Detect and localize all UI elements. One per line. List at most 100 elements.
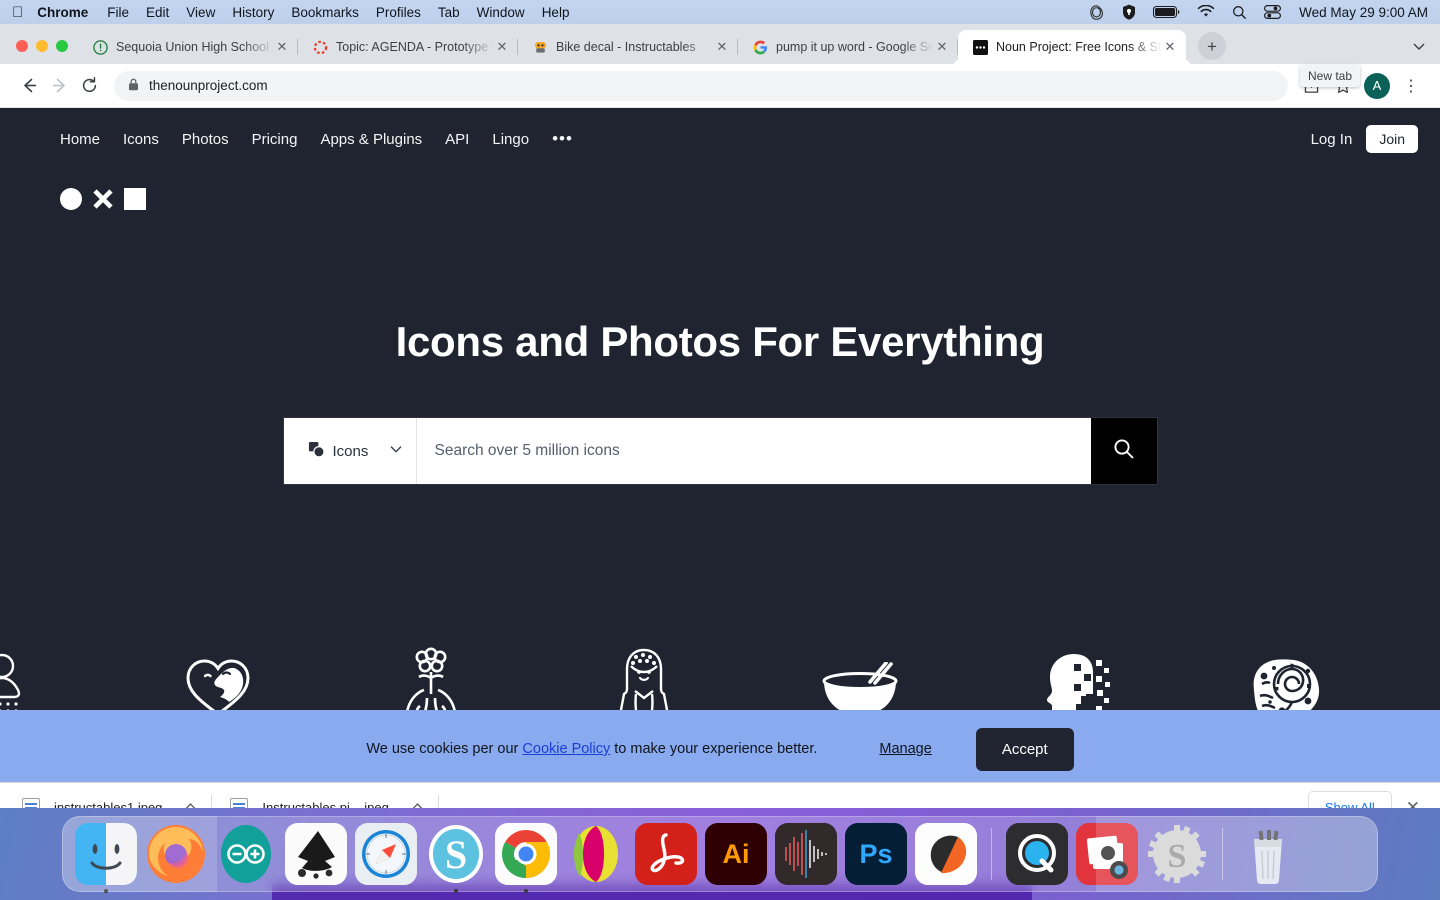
creative-cloud-icon[interactable] — [1088, 4, 1105, 20]
dock-divider — [991, 828, 992, 880]
dock-item-chrome[interactable] — [495, 823, 557, 893]
menubar-item-window[interactable]: Window — [477, 5, 525, 20]
menubar-item-history[interactable]: History — [232, 5, 274, 20]
instructables-robot-icon — [532, 39, 548, 55]
menubar-item-bookmarks[interactable]: Bookmarks — [291, 5, 359, 20]
tab-title: pump it up word - Google Sear — [776, 40, 934, 54]
menubar-item-chrome[interactable]: Chrome — [37, 5, 88, 20]
minimize-window-button[interactable] — [36, 40, 48, 52]
browser-tab-sequoia[interactable]: Sequoia Union High School Dis ✕ — [78, 30, 298, 64]
address-bar[interactable]: thenounproject.com — [114, 70, 1288, 101]
noun-project-page: Home Icons Photos Pricing Apps & Plugins… — [0, 108, 1440, 788]
search-type-dropdown[interactable]: Icons — [284, 418, 417, 484]
forward-icon[interactable] — [44, 71, 74, 101]
macos-dock: S Ai Ps S — [62, 816, 1378, 893]
search-submit-button[interactable] — [1090, 418, 1157, 484]
nav-item-photos[interactable]: Photos — [182, 131, 229, 148]
logo-circle-icon — [60, 188, 82, 210]
apple-menu-icon[interactable]:  — [12, 5, 23, 20]
control-center-icon[interactable] — [1264, 5, 1282, 19]
dock-item-autodesk-fusion[interactable] — [565, 823, 627, 885]
nav-item-home[interactable]: Home — [60, 131, 100, 148]
chrome-menu-icon[interactable]: ⋮ — [1396, 71, 1426, 101]
reload-icon[interactable] — [74, 71, 104, 101]
search-type-label: Icons — [332, 442, 369, 460]
cookie-text-before: We use cookies per our — [366, 741, 519, 757]
browser-tab-instructables[interactable]: Bike decal - Instructables ✕ — [518, 30, 738, 64]
site-nav-links: Home Icons Photos Pricing Apps & Plugins… — [60, 129, 573, 149]
site-nav-account-area: Log In Join — [1311, 125, 1418, 153]
noun-project-logo[interactable] — [0, 170, 1440, 210]
dock-item-trash[interactable] — [1237, 823, 1299, 885]
dock-item-firefox[interactable] — [145, 823, 207, 885]
menubar-item-profiles[interactable]: Profiles — [376, 5, 421, 20]
new-tab-button[interactable]: + — [1198, 32, 1226, 60]
accept-cookies-button[interactable]: Accept — [975, 727, 1074, 771]
dock-divider — [1222, 828, 1223, 880]
close-tab-button[interactable]: ✕ — [1162, 39, 1178, 55]
macos-menubar:  Chrome File Edit View History Bookmark… — [0, 0, 1440, 24]
dock-item-photo-booth[interactable] — [1076, 823, 1138, 885]
back-icon[interactable] — [14, 71, 44, 101]
menubar-item-file[interactable]: File — [107, 5, 129, 20]
dock-item-adobe-acrobat[interactable] — [635, 823, 697, 885]
menubar-item-edit[interactable]: Edit — [146, 5, 169, 20]
join-button[interactable]: Join — [1366, 125, 1418, 153]
page-title: Icons and Photos For Everything — [395, 318, 1045, 365]
menubar-item-help[interactable]: Help — [542, 5, 570, 20]
logo-square-icon — [124, 188, 146, 210]
running-indicator — [104, 889, 108, 893]
nav-item-pricing[interactable]: Pricing — [252, 131, 298, 148]
browser-tab-google-search[interactable]: pump it up word - Google Sear ✕ — [738, 30, 958, 64]
close-tab-button[interactable]: ✕ — [714, 39, 730, 55]
close-tab-button[interactable]: ✕ — [494, 39, 510, 55]
nav-item-apps-plugins[interactable]: Apps & Plugins — [320, 131, 422, 148]
shield-icon[interactable] — [1122, 4, 1136, 20]
dock-item-finder[interactable] — [75, 823, 137, 893]
menubar-item-view[interactable]: View — [186, 5, 215, 20]
maximize-window-button[interactable] — [56, 40, 68, 52]
noun-project-icon — [972, 39, 988, 55]
dock-item-prusa-slicer[interactable] — [915, 823, 977, 885]
running-indicator — [524, 889, 528, 893]
wifi-icon[interactable] — [1197, 5, 1215, 19]
menubar-clock[interactable]: Wed May 29 9:00 AM — [1299, 5, 1428, 20]
close-tab-button[interactable]: ✕ — [934, 39, 950, 55]
close-tab-button[interactable]: ✕ — [274, 39, 290, 55]
svg-text:S: S — [445, 832, 467, 877]
profile-avatar[interactable]: A — [1364, 72, 1390, 99]
dock-item-arduino[interactable] — [215, 823, 277, 885]
dock-item-adobe-photoshop[interactable]: Ps — [845, 823, 907, 885]
dock-item-skype[interactable]: S — [425, 823, 487, 893]
dock-item-inkscape[interactable] — [285, 823, 347, 885]
nav-more-icon[interactable]: ••• — [552, 129, 573, 149]
search-input[interactable] — [416, 418, 1091, 484]
login-link[interactable]: Log In — [1311, 131, 1353, 148]
dock-item-label: Ps — [859, 838, 893, 869]
dock-item-safari[interactable] — [355, 823, 417, 885]
browser-tab-agenda[interactable]: Topic: AGENDA - Prototype Pro ✕ — [298, 30, 518, 64]
cookie-policy-link[interactable]: Cookie Policy — [522, 741, 610, 757]
window-traffic-lights — [8, 40, 78, 64]
lock-icon — [128, 78, 139, 94]
nav-item-api[interactable]: API — [445, 131, 469, 148]
close-window-button[interactable] — [16, 40, 28, 52]
dock-item-quicktime-player[interactable] — [1006, 823, 1068, 885]
browser-toolbar: thenounproject.com A ⋮ — [0, 64, 1440, 108]
nav-item-lingo[interactable]: Lingo — [492, 131, 529, 148]
menubar-item-tab[interactable]: Tab — [438, 5, 460, 20]
new-tab-tooltip: New tab — [1300, 65, 1361, 87]
tab-title: Noun Project: Free Icons & Sto — [996, 40, 1162, 54]
browser-tab-noun-project[interactable]: Noun Project: Free Icons & Sto ✕ — [958, 30, 1186, 64]
search-icon[interactable] — [1232, 5, 1247, 20]
dock-item-system-preferences[interactable]: S — [1146, 823, 1208, 885]
tab-title: Bike decal - Instructables — [556, 40, 696, 54]
tabstrip-right-controls — [1412, 39, 1440, 64]
tab-search-icon[interactable] — [1412, 39, 1426, 56]
dock-item-adobe-illustrator[interactable]: Ai — [705, 823, 767, 885]
battery-icon[interactable] — [1153, 5, 1180, 19]
nav-item-icons[interactable]: Icons — [123, 131, 159, 148]
tab-title: Topic: AGENDA - Prototype Pro — [336, 40, 494, 54]
dock-item-adobe-audition[interactable] — [775, 823, 837, 885]
manage-cookies-link[interactable]: Manage — [879, 741, 931, 757]
